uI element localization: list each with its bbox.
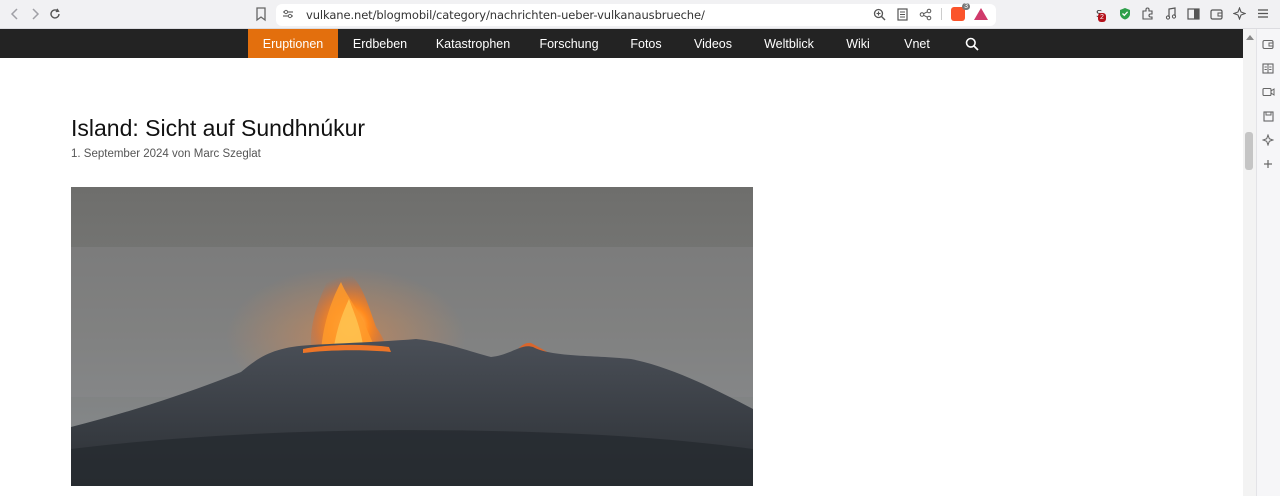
music-icon[interactable] [1163,6,1178,21]
reading-list-icon[interactable] [1261,61,1275,75]
volcano-eruption-image[interactable] [71,187,753,486]
share-icon[interactable] [918,7,932,21]
reload-button[interactable] [45,4,65,24]
extension-icon[interactable]: S 2 [1094,6,1109,22]
sparkle-icon[interactable] [1261,133,1275,147]
nav-item-videos[interactable]: Videos [678,29,748,58]
browser-toolbar: vulkane.net/blogmobil/category/nachricht… [0,0,1280,29]
page-scrollbar[interactable] [1243,29,1256,496]
browser-sidebar [1256,29,1280,496]
address-bar[interactable]: vulkane.net/blogmobil/category/nachricht… [276,3,996,26]
reader-mode-icon[interactable] [895,7,909,21]
save-icon[interactable] [1261,109,1275,123]
bookmark-button[interactable] [254,6,270,22]
url-actions: 3 [872,3,988,21]
brave-shield-icon[interactable]: 3 [951,3,970,21]
wallet-icon[interactable] [1209,6,1224,21]
nav-item-forschung[interactable]: Forschung [524,29,614,58]
nav-item-vnet[interactable]: Vnet [886,29,948,58]
reload-icon [50,8,60,19]
forward-button[interactable] [25,4,45,24]
separator [941,8,942,20]
video-call-icon[interactable] [1261,85,1275,99]
site-search-button[interactable] [948,29,996,58]
url-text[interactable]: vulkane.net/blogmobil/category/nachricht… [306,8,705,22]
scroll-up-arrow-icon[interactable] [1246,35,1254,40]
brave-rewards-icon[interactable] [974,8,988,20]
extensions-bar: S 2 [1094,6,1270,22]
menu-icon[interactable] [1255,6,1270,21]
chevron-right-icon [32,8,40,20]
article-meta: 1. September 2024 von Marc Szeglat [71,148,261,160]
browser-nav-buttons [5,4,69,24]
nav-item-eruptionen[interactable]: Eruptionen [248,29,338,58]
site-menu: Eruptionen Erdbeben Katastrophen Forschu… [248,29,996,58]
nav-item-katastrophen[interactable]: Katastrophen [422,29,524,58]
nav-item-fotos[interactable]: Fotos [614,29,678,58]
site-info-icon[interactable] [282,9,298,22]
puzzle-icon[interactable] [1140,6,1155,21]
chevron-left-icon [10,8,18,20]
nav-item-weltblick[interactable]: Weltblick [748,29,830,58]
site-navigation: Eruptionen Erdbeben Katastrophen Forschu… [0,29,1243,58]
bookmark-icon [256,7,266,22]
extension-badge: 2 [1098,13,1106,22]
back-button[interactable] [5,4,25,24]
leo-ai-icon[interactable] [1232,6,1247,21]
article-title[interactable]: Island: Sicht auf Sundhnúkur [71,115,365,142]
shield-count-badge: 3 [962,3,970,10]
shield-extension-icon[interactable] [1117,6,1132,21]
nav-item-wiki[interactable]: Wiki [830,29,886,58]
nav-item-erdbeben[interactable]: Erdbeben [338,29,422,58]
zoom-icon[interactable] [872,7,886,21]
volcano-photo [71,187,753,486]
scroll-thumb[interactable] [1245,132,1253,170]
search-icon [965,37,979,51]
add-icon[interactable] [1261,157,1275,171]
sidebar-toggle-icon[interactable] [1186,6,1201,21]
wallet-sidebar-icon[interactable] [1261,37,1275,51]
